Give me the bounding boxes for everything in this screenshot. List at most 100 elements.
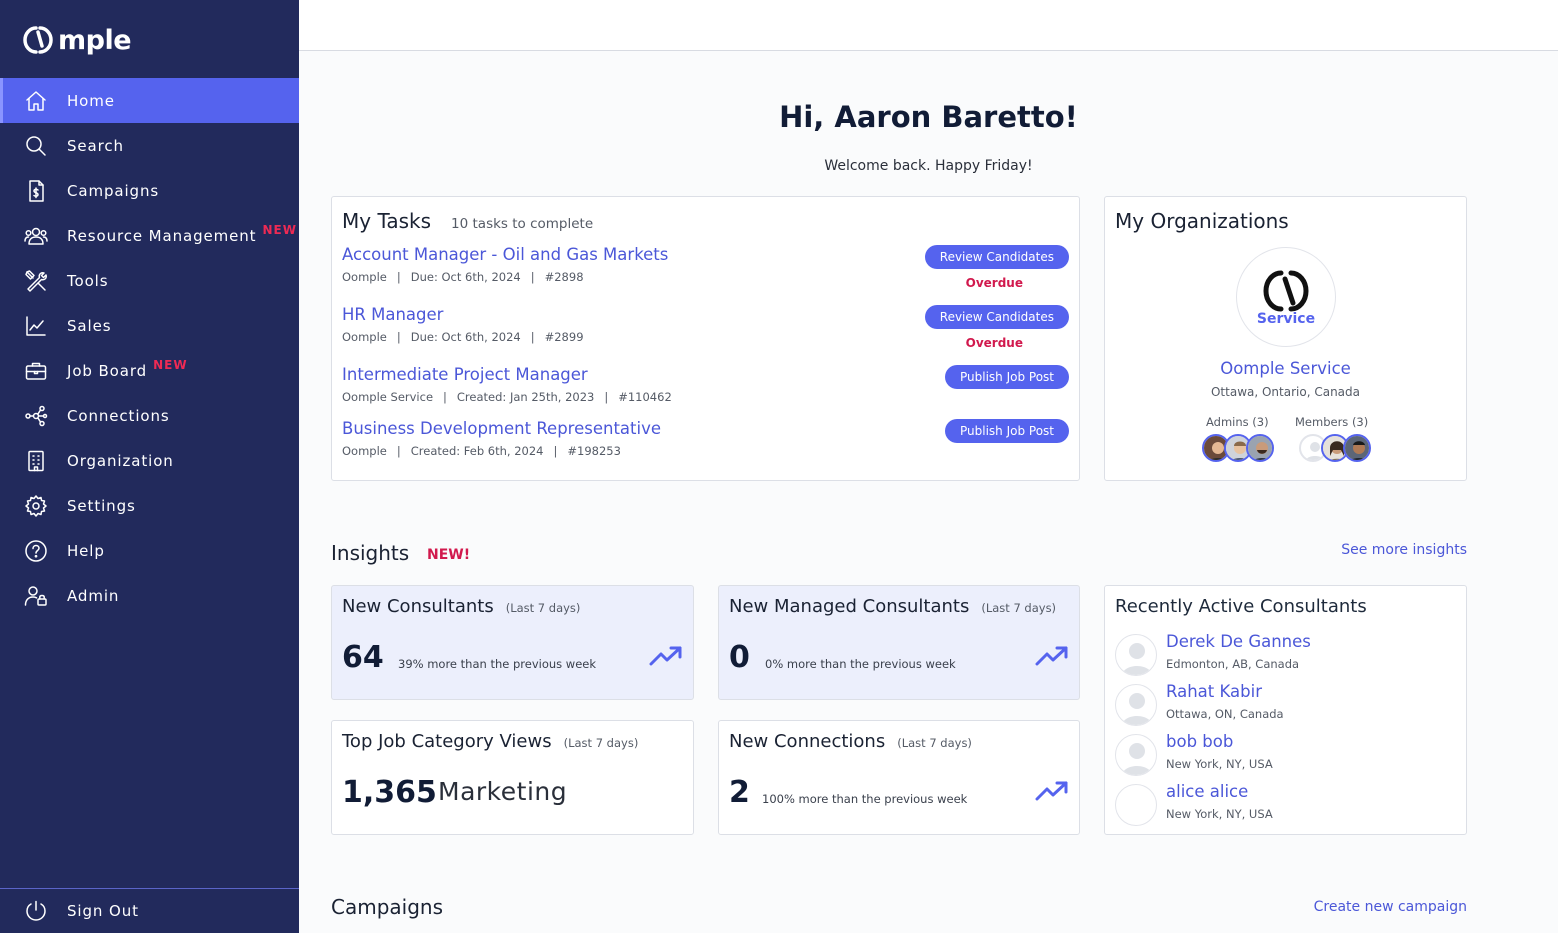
sidebar-item-label: Job Board — [67, 361, 148, 380]
stat-period: (Last 7 days) — [981, 601, 1057, 615]
stat-title: New Connections (Last 7 days) — [729, 731, 972, 752]
tasks-count: 10 tasks to complete — [451, 216, 594, 232]
search-icon — [24, 134, 48, 158]
greeting-title: Hi, Aaron Baretto! — [779, 100, 1078, 134]
avatar[interactable] — [1115, 784, 1157, 826]
sidebar: mple Home Search Campaigns Resource Mana… — [0, 0, 299, 933]
member-avatars — [1299, 434, 1371, 462]
new-managed-consultants-card[interactable]: New Managed Consultants (Last 7 days) 0 0… — [718, 585, 1080, 700]
sidebar-item-organization[interactable]: Organization — [0, 438, 299, 483]
my-organizations-card: My Organizations Service Oomple Service … — [1104, 196, 1467, 481]
overdue-status: Overdue — [965, 276, 1023, 290]
sidebar-item-settings[interactable]: Settings — [0, 483, 299, 528]
see-more-insights-link[interactable]: See more insights — [1341, 542, 1467, 558]
sidebar-item-sales[interactable]: Sales — [0, 303, 299, 348]
task-org: Oomple Service — [342, 390, 434, 404]
logo-text: mple — [58, 24, 132, 56]
sign-out-section: Sign Out — [0, 888, 299, 933]
sidebar-item-label: Resource Management — [67, 226, 257, 245]
task-id: #198253 — [567, 444, 621, 458]
trending-up-icon — [1035, 644, 1069, 668]
insights-title: Insights — [331, 541, 410, 565]
sidebar-item-tools[interactable]: Tools — [0, 258, 299, 303]
consultant-name-link[interactable]: bob bob — [1166, 732, 1233, 751]
home-icon — [24, 89, 48, 113]
stat-note: 39% more than the previous week — [398, 657, 597, 671]
stat-value: 0 — [729, 640, 750, 675]
new-badge: NEW — [262, 222, 297, 237]
new-consultants-card[interactable]: New Consultants (Last 7 days) 64 39% more… — [331, 585, 694, 700]
consultant-name-link[interactable]: Derek De Gannes — [1166, 632, 1311, 651]
trending-up-icon — [649, 644, 683, 668]
task-id: #2899 — [544, 330, 584, 344]
network-icon — [24, 404, 48, 428]
list-item: Rahat Kabir Ottawa, ON, Canada — [1115, 682, 1456, 730]
sidebar-item-campaigns[interactable]: Campaigns — [0, 168, 299, 213]
gear-icon — [24, 494, 48, 518]
greeting-subtitle: Welcome back. Happy Friday! — [824, 158, 1033, 174]
new-connections-card[interactable]: New Connections (Last 7 days) 2 100% more… — [718, 720, 1080, 835]
building-icon — [24, 449, 48, 473]
sidebar-item-label: Connections — [67, 406, 170, 425]
stat-period: (Last 7 days) — [505, 601, 581, 615]
tools-icon — [24, 269, 48, 293]
stat-value: 2 — [729, 775, 750, 810]
org-location: Ottawa, Ontario, Canada — [1210, 385, 1360, 399]
task-meta: Oomple | Due: Oct 6th, 2024 | #2898 — [342, 270, 584, 284]
insights-new-flag: NEW! — [427, 547, 471, 563]
list-item: alice alice New York, NY, USA — [1115, 782, 1456, 830]
sign-out-button[interactable]: Sign Out — [0, 889, 299, 933]
sidebar-item-search[interactable]: Search — [0, 123, 299, 168]
sidebar-item-label: Organization — [67, 451, 174, 470]
members-label: Members (3) — [1295, 415, 1369, 429]
task-date: Created: Feb 6th, 2024 — [410, 444, 544, 458]
sidebar-item-label: Admin — [67, 586, 120, 605]
task-org: Oomple — [342, 330, 387, 344]
avatar[interactable] — [1115, 684, 1157, 726]
sidebar-item-admin[interactable]: Admin — [0, 573, 299, 618]
recent-consultants-title: Recently Active Consultants — [1115, 596, 1367, 617]
consultant-name-link[interactable]: Rahat Kabir — [1166, 682, 1262, 701]
top-bar — [299, 0, 1558, 51]
avatar[interactable] — [1115, 734, 1157, 776]
task-item: Intermediate Project Manager Oomple Serv… — [342, 365, 1069, 415]
org-logo[interactable]: Service — [1236, 247, 1336, 347]
publish-job-post-button[interactable]: Publish Job Post — [944, 419, 1069, 443]
stat-title-text: New Consultants — [342, 596, 494, 617]
stat-title: New Consultants (Last 7 days) — [342, 596, 580, 617]
briefcase-icon — [24, 359, 48, 383]
task-item: HR Manager Oomple | Due: Oct 6th, 2024 | #28… — [342, 305, 1069, 355]
avatar[interactable] — [1343, 434, 1371, 462]
top-job-category-card[interactable]: Top Job Category Views (Last 7 days) 1,36… — [331, 720, 694, 835]
org-name-link[interactable]: Oomple Service — [1105, 359, 1466, 378]
avatar[interactable] — [1246, 434, 1274, 462]
consultant-name-link[interactable]: alice alice — [1166, 782, 1248, 801]
stat-note: 0% more than the previous week — [765, 657, 956, 671]
task-date: Due: Oct 6th, 2024 — [410, 330, 521, 344]
sidebar-item-connections[interactable]: Connections — [0, 393, 299, 438]
my-tasks-header: My Tasks 10 tasks to complete — [342, 209, 593, 233]
task-id: #2898 — [544, 270, 584, 284]
sidebar-item-job-board[interactable]: Job Board NEW — [0, 348, 299, 393]
sidebar-item-label: Help — [67, 541, 105, 560]
admin-avatars — [1202, 434, 1274, 462]
review-candidates-button[interactable]: Review Candidates — [924, 245, 1069, 269]
list-item: bob bob New York, NY, USA — [1115, 732, 1456, 780]
top-job-category: Marketing — [438, 777, 568, 806]
sidebar-item-home[interactable]: Home — [0, 78, 299, 123]
publish-job-post-button[interactable]: Publish Job Post — [944, 365, 1069, 389]
create-new-campaign-link[interactable]: Create new campaign — [1314, 899, 1467, 915]
task-date: Created: Jan 25th, 2023 — [456, 390, 595, 404]
overdue-status: Overdue — [965, 336, 1023, 350]
task-meta: Oomple Service | Created: Jan 25th, 2023 | #… — [342, 390, 672, 404]
oomple-logo[interactable]: mple — [20, 20, 132, 60]
review-candidates-button[interactable]: Review Candidates — [924, 305, 1069, 329]
avatar[interactable] — [1115, 634, 1157, 676]
stat-period: (Last 7 days) — [563, 736, 639, 750]
list-item: Derek De Gannes Edmonton, AB, Canada — [1115, 632, 1456, 680]
users-icon — [24, 224, 48, 248]
help-circle-icon — [24, 539, 48, 563]
sidebar-item-help[interactable]: Help — [0, 528, 299, 573]
sidebar-item-resource-management[interactable]: Resource Management NEW — [0, 213, 299, 258]
stat-title: Top Job Category Views (Last 7 days) — [342, 731, 638, 752]
